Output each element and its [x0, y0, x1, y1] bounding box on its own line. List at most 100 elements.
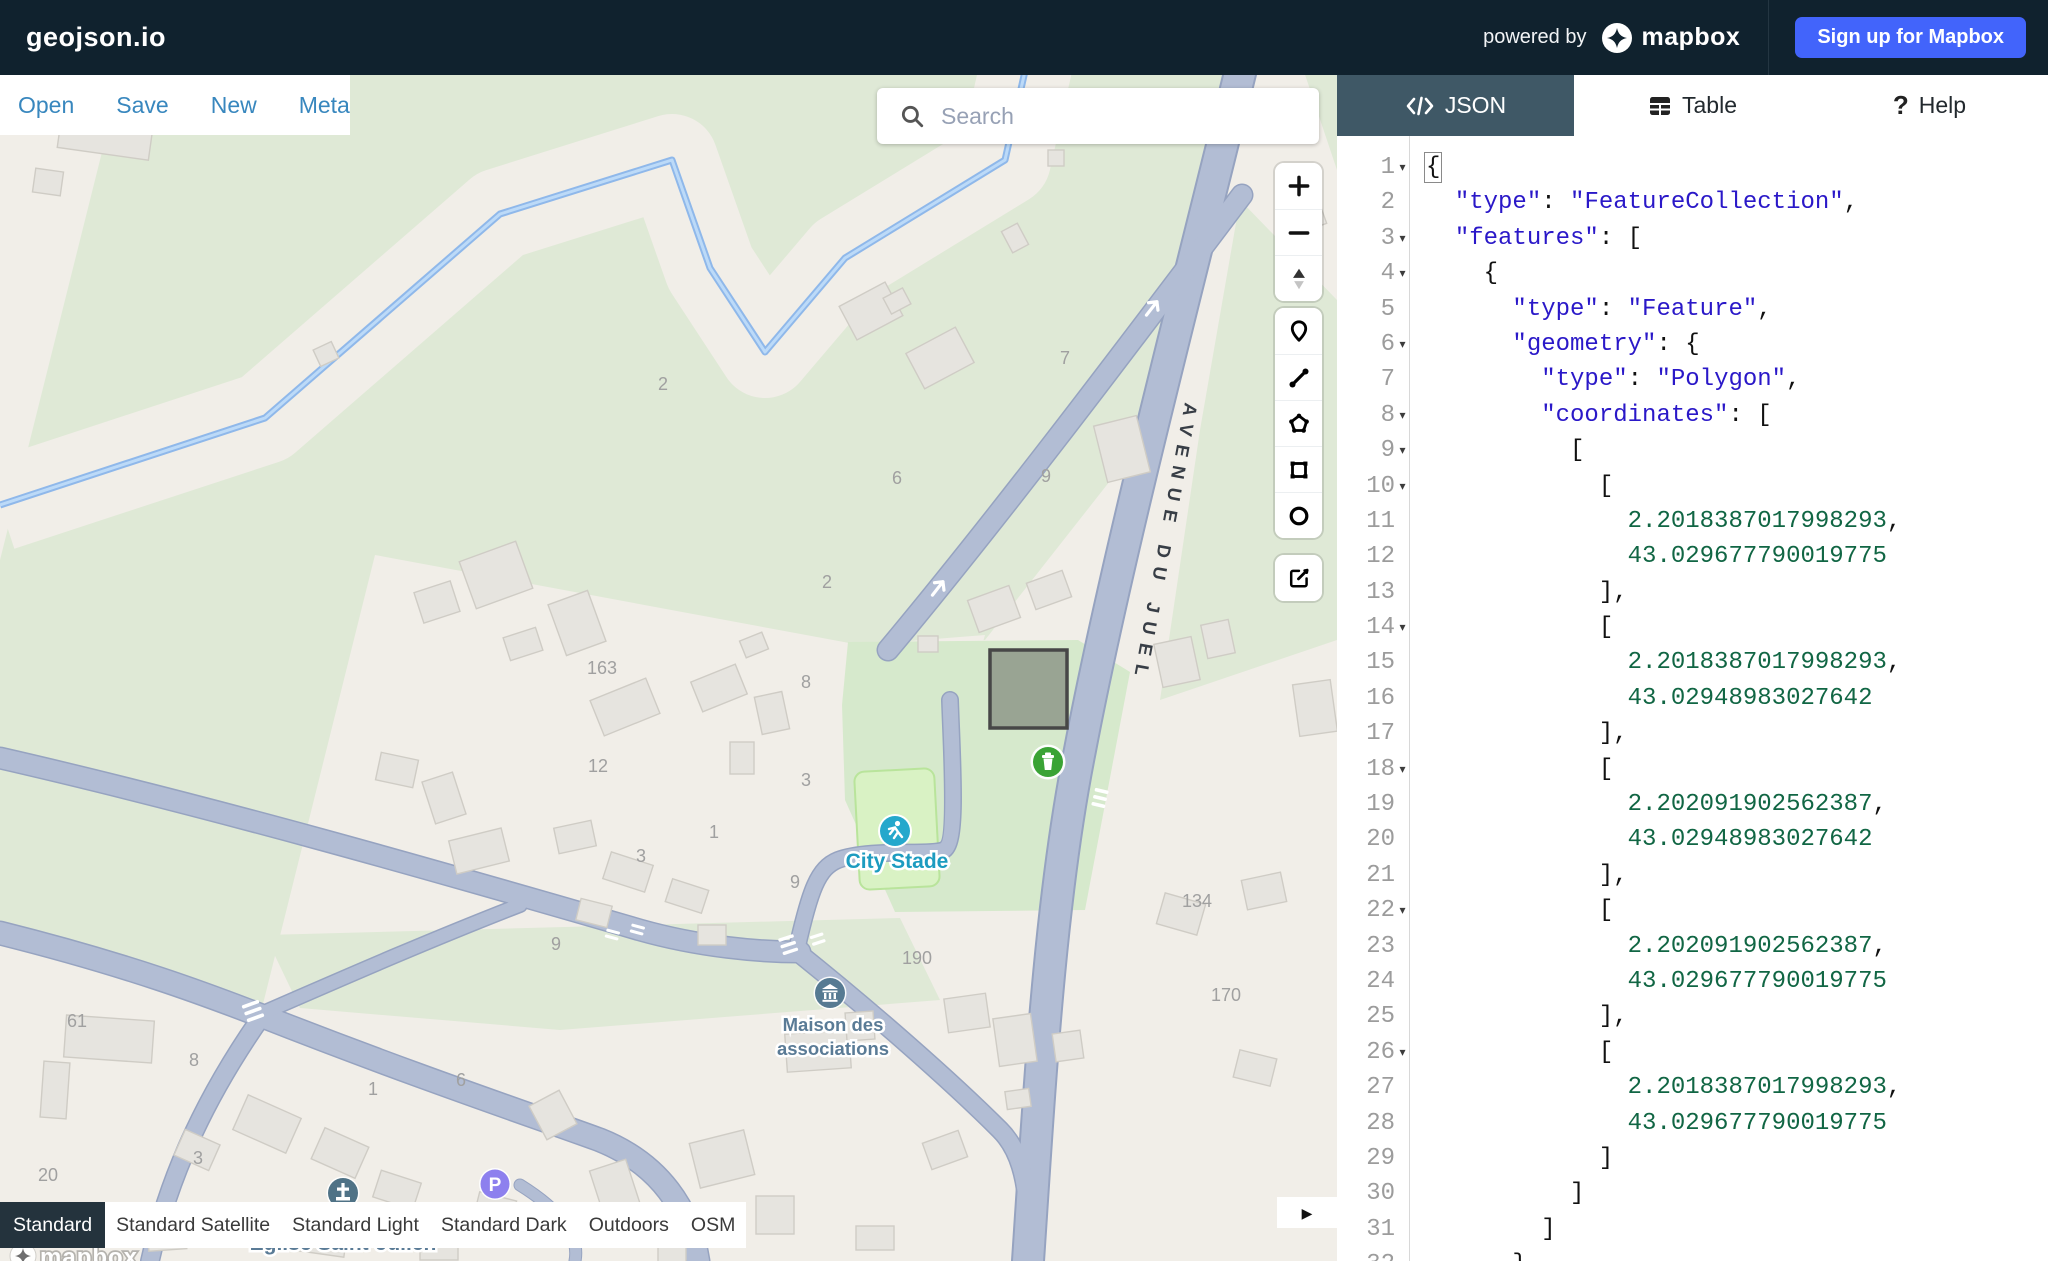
code-line[interactable]: 14▾ [	[1337, 610, 2048, 645]
svg-text:P: P	[489, 1175, 502, 1196]
code-line[interactable]: 25 ],	[1337, 999, 2048, 1034]
style-option-standard-dark[interactable]: Standard Dark	[430, 1202, 578, 1248]
line-number: 5	[1337, 292, 1395, 327]
panel-collapse-button[interactable]: ▶	[1277, 1197, 1337, 1228]
code-line[interactable]: 27 2.2018387017998293,	[1337, 1070, 2048, 1105]
fold-arrow-icon[interactable]: ▾	[1395, 150, 1410, 185]
house-number: 190	[902, 948, 932, 968]
fold-spacer	[1395, 1106, 1410, 1141]
fold-spacer	[1395, 1176, 1410, 1211]
code-line[interactable]: 28 43.029677790019775	[1337, 1106, 2048, 1141]
fold-arrow-icon[interactable]: ▾	[1395, 398, 1410, 433]
fold-spacer	[1395, 822, 1410, 857]
line-number: 21	[1337, 858, 1395, 893]
monument-marker-icon[interactable]	[1031, 745, 1066, 780]
menu-item-save[interactable]: Save	[116, 92, 168, 119]
fold-arrow-icon[interactable]: ▾	[1395, 893, 1410, 928]
map-canvas[interactable]: 216381231399679261208316134170190 AVENUE…	[0, 0, 1337, 1261]
code-line[interactable]: 29 ]	[1337, 1141, 2048, 1176]
menu-item-meta[interactable]: Meta	[299, 92, 350, 119]
draw-marker-button[interactable]	[1275, 308, 1322, 354]
circle-icon	[1286, 503, 1312, 529]
house-number: 9	[1041, 466, 1051, 486]
search-input[interactable]	[939, 102, 1273, 131]
code-line[interactable]: 32 },	[1337, 1247, 2048, 1261]
fold-arrow-icon[interactable]: ▾	[1395, 221, 1410, 256]
fold-arrow-icon[interactable]: ▾	[1395, 469, 1410, 504]
house-number: 7	[1060, 348, 1070, 368]
townhall-poi-icon[interactable]	[814, 977, 847, 1010]
tab-help[interactable]: ? Help	[1811, 75, 2048, 136]
app-logo[interactable]: geojson.io	[26, 22, 166, 53]
draw-tools-group	[1275, 308, 1322, 538]
style-option-standard-light[interactable]: Standard Light	[281, 1202, 430, 1248]
mapbox-logo[interactable]: mapbox	[1600, 21, 1740, 55]
compass-button[interactable]	[1275, 255, 1322, 301]
tab-table[interactable]: Table	[1574, 75, 1811, 136]
code-line[interactable]: 17 ],	[1337, 716, 2048, 751]
code-line[interactable]: 5 "type": "Feature",	[1337, 292, 2048, 327]
code-line[interactable]: 9▾ [	[1337, 433, 2048, 468]
house-number: 134	[1182, 891, 1212, 911]
code-line[interactable]: 3▾ "features": [	[1337, 221, 2048, 256]
code-line[interactable]: 6▾ "geometry": {	[1337, 327, 2048, 362]
code-content: "geometry": {	[1410, 327, 2048, 362]
house-number: 170	[1211, 985, 1241, 1005]
signup-mapbox-button[interactable]: Sign up for Mapbox	[1795, 17, 2026, 58]
fold-arrow-icon[interactable]: ▾	[1395, 1035, 1410, 1070]
city-stade-poi-icon[interactable]	[878, 814, 912, 848]
style-option-standard-satellite[interactable]: Standard Satellite	[105, 1202, 281, 1248]
building	[944, 993, 990, 1033]
code-line[interactable]: 11 2.2018387017998293,	[1337, 504, 2048, 539]
code-line[interactable]: 22▾ [	[1337, 893, 2048, 928]
code-line[interactable]: 15 2.2018387017998293,	[1337, 645, 2048, 680]
house-number: 6	[892, 468, 902, 488]
style-option-standard[interactable]: Standard	[0, 1202, 105, 1248]
code-line[interactable]: 10▾ [	[1337, 469, 2048, 504]
code-line[interactable]: 12 43.029677790019775	[1337, 539, 2048, 574]
line-number: 14	[1337, 610, 1395, 645]
edit-features-button[interactable]	[1275, 555, 1322, 601]
parking-poi-icon[interactable]: P	[479, 1168, 511, 1200]
draw-polygon-button[interactable]	[1275, 400, 1322, 446]
code-line[interactable]: 20 43.02948983027642	[1337, 822, 2048, 857]
code-line[interactable]: 13 ],	[1337, 575, 2048, 610]
code-line[interactable]: 23 2.202091902562387,	[1337, 929, 2048, 964]
style-option-osm[interactable]: OSM	[680, 1202, 746, 1248]
fold-arrow-icon[interactable]: ▾	[1395, 327, 1410, 362]
code-line[interactable]: 2 "type": "FeatureCollection",	[1337, 185, 2048, 220]
code-line[interactable]: 24 43.029677790019775	[1337, 964, 2048, 999]
house-number: 1	[709, 822, 719, 842]
line-number: 11	[1337, 504, 1395, 539]
fold-arrow-icon[interactable]: ▾	[1395, 610, 1410, 645]
code-line[interactable]: 1▾{	[1337, 150, 2048, 185]
code-line[interactable]: 26▾ [	[1337, 1035, 2048, 1070]
code-line[interactable]: 18▾ [	[1337, 752, 2048, 787]
zoom-out-button[interactable]	[1275, 209, 1322, 255]
drawn-polygon-feature[interactable]	[990, 650, 1067, 728]
line-number: 26	[1337, 1035, 1395, 1070]
search-icon	[899, 103, 925, 129]
fold-arrow-icon[interactable]: ▾	[1395, 433, 1410, 468]
fold-arrow-icon[interactable]: ▾	[1395, 752, 1410, 787]
zoom-in-button[interactable]	[1275, 163, 1322, 209]
draw-rectangle-button[interactable]	[1275, 446, 1322, 492]
code-line[interactable]: 16 43.02948983027642	[1337, 681, 2048, 716]
code-line[interactable]: 31 ]	[1337, 1212, 2048, 1247]
menu-item-new[interactable]: New	[211, 92, 257, 119]
code-line[interactable]: 21 ],	[1337, 858, 2048, 893]
search-box	[877, 88, 1319, 144]
code-line[interactable]: 19 2.202091902562387,	[1337, 787, 2048, 822]
draw-line-button[interactable]	[1275, 354, 1322, 400]
style-option-outdoors[interactable]: Outdoors	[578, 1202, 680, 1248]
menu-item-open[interactable]: Open	[18, 92, 74, 119]
code-content: [	[1410, 1035, 2048, 1070]
code-line[interactable]: 7 "type": "Polygon",	[1337, 362, 2048, 397]
tab-json[interactable]: JSON	[1337, 75, 1574, 136]
code-line[interactable]: 4▾ {	[1337, 256, 2048, 291]
code-line[interactable]: 8▾ "coordinates": [	[1337, 398, 2048, 433]
fold-arrow-icon[interactable]: ▾	[1395, 256, 1410, 291]
code-line[interactable]: 30 ]	[1337, 1176, 2048, 1211]
json-editor[interactable]: 1▾{2 "type": "FeatureCollection",3▾ "fea…	[1337, 136, 2048, 1261]
draw-circle-button[interactable]	[1275, 492, 1322, 538]
